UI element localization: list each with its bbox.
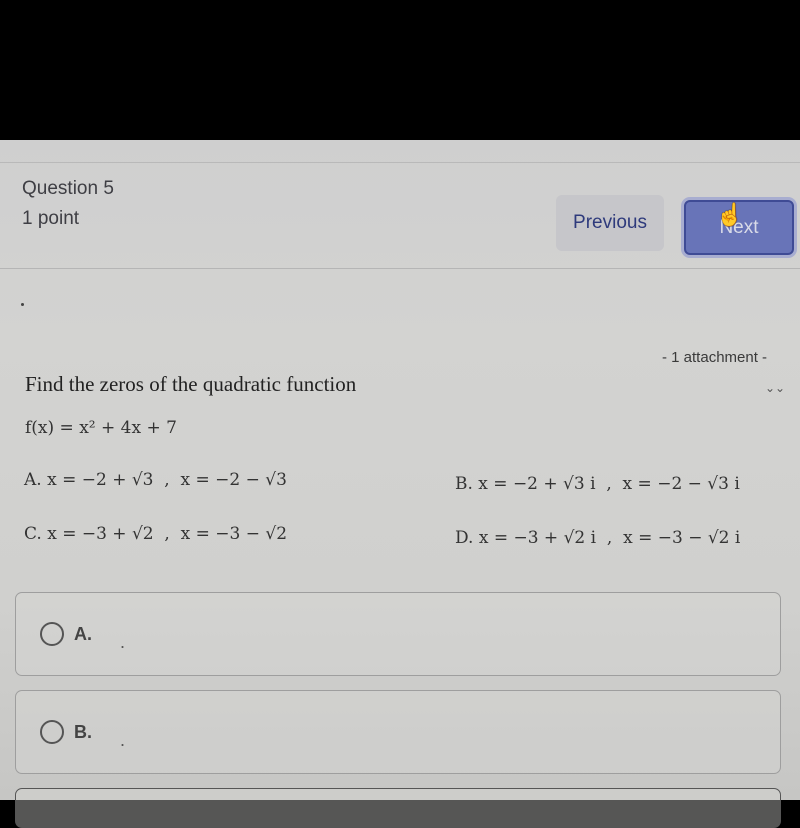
answer-option-b[interactable]: B. . bbox=[15, 690, 781, 774]
bullet-dot bbox=[21, 303, 24, 306]
quadratic-function: f(x) = x² + 4x + 7 bbox=[25, 418, 177, 438]
hand-pointer-icon: ☝ bbox=[716, 202, 744, 227]
attachment-label[interactable]: - 1 attachment - bbox=[662, 349, 767, 366]
top-divider bbox=[0, 162, 800, 163]
option-value: . bbox=[120, 632, 126, 652]
answer-option-c[interactable] bbox=[15, 788, 781, 828]
question-prompt: Find the zeros of the quadratic function bbox=[25, 372, 357, 396]
quiz-screen: Question 5 1 point Previous Next ☝ - 1 a… bbox=[0, 140, 800, 828]
choice-a-text: A. x = −2 + √3 , x = −2 − √3 bbox=[24, 470, 287, 490]
option-value: . bbox=[120, 730, 126, 750]
header-divider bbox=[0, 268, 800, 269]
previous-button[interactable]: Previous bbox=[556, 195, 664, 251]
radio-button-a[interactable] bbox=[40, 622, 64, 646]
question-points: 1 point bbox=[22, 208, 80, 229]
question-title: Question 5 bbox=[22, 178, 114, 199]
choice-c-text: C. x = −3 + √2 , x = −3 − √2 bbox=[24, 524, 288, 544]
choice-d-text: D. x = −3 + √2 i , x = −3 − √2 i bbox=[455, 528, 741, 548]
double-chevron-down-icon[interactable]: ⌄⌄ bbox=[765, 381, 785, 395]
option-label: B. bbox=[74, 722, 92, 742]
option-label: A. bbox=[74, 624, 92, 644]
answer-option-a[interactable]: A. . bbox=[15, 592, 781, 676]
choice-b-text: B. x = −2 + √3 i , x = −2 − √3 i bbox=[455, 474, 740, 494]
radio-button-b[interactable] bbox=[40, 720, 64, 744]
